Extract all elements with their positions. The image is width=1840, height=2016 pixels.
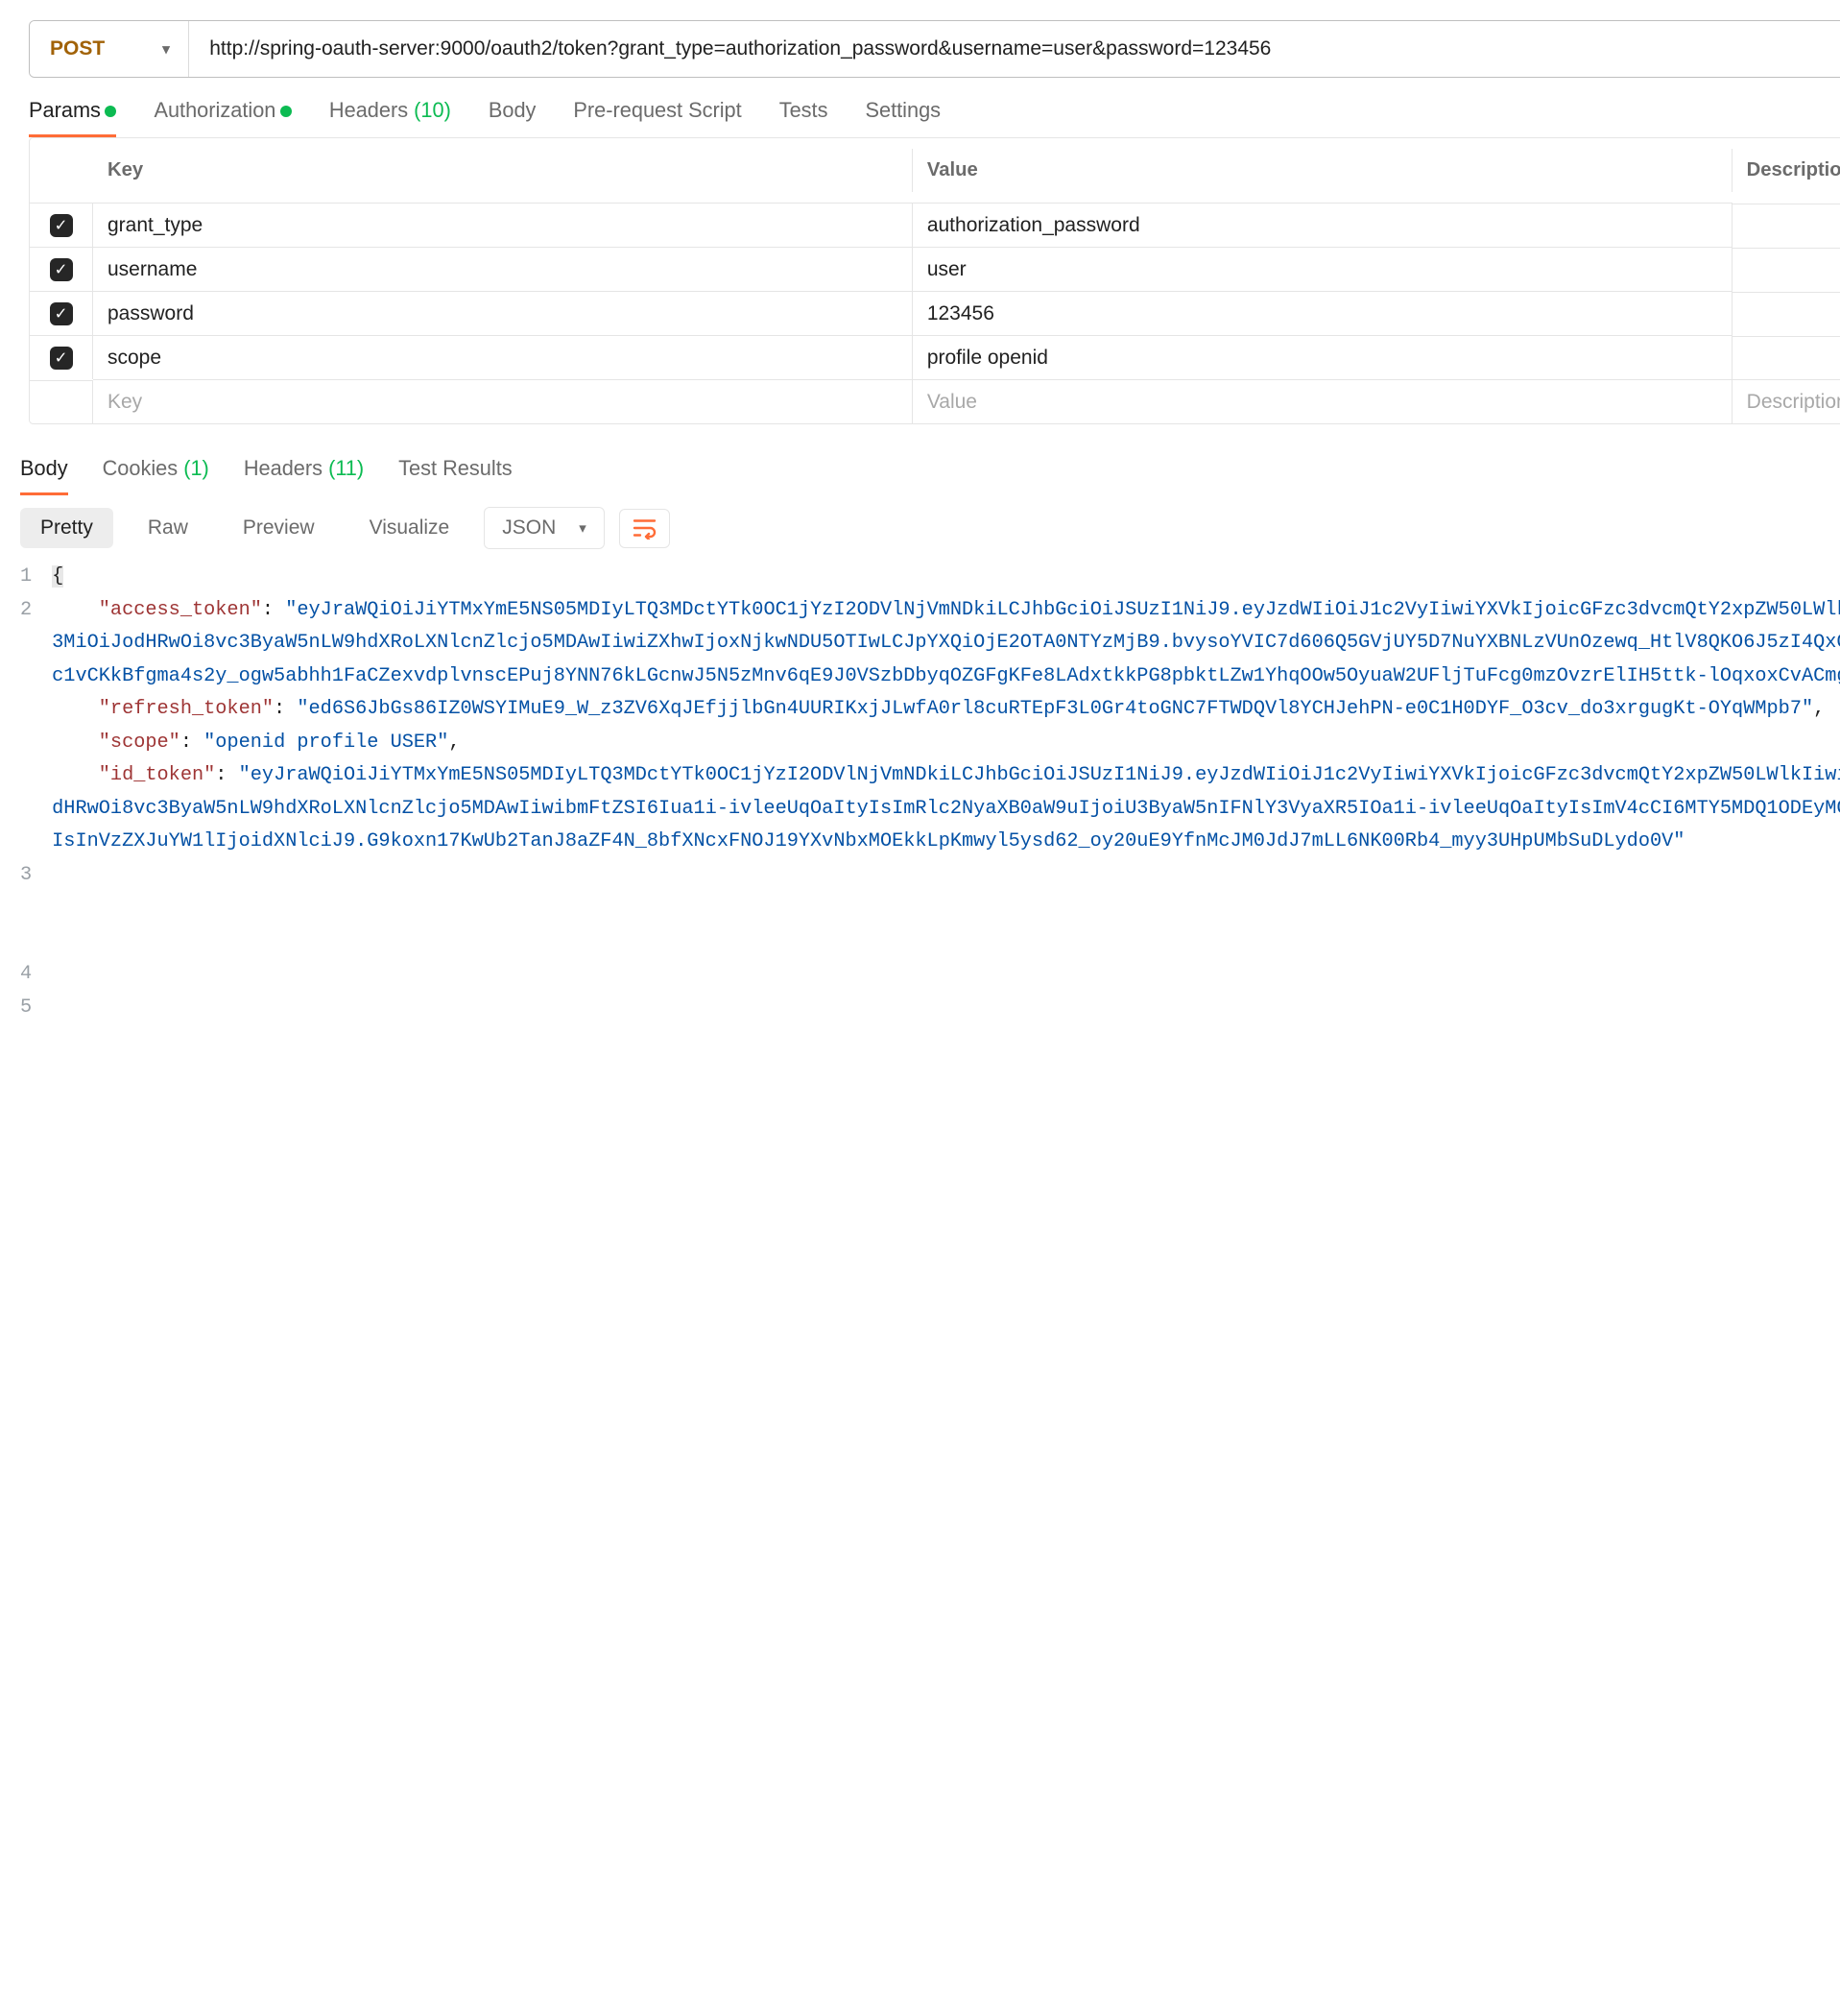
new-param-value-input[interactable] [927,391,1717,414]
checkbox[interactable]: ✓ [50,258,73,281]
resp-tab-cookies[interactable]: Cookies (1) [103,456,209,495]
col-key: Key [30,149,913,192]
lang-label: JSON [502,516,556,540]
col-description: Description [1732,149,1840,192]
response-tabs: Body Cookies (1) Headers (11) Test Resul… [0,436,1840,495]
modified-dot-icon [105,106,116,117]
param-key[interactable]: grant_type [93,203,913,247]
resp-tab-test-results[interactable]: Test Results [398,456,512,495]
response-body[interactable]: 12345 { "access_token": "eyJraWQiOiJiYTM… [0,561,1840,1190]
view-pretty-button[interactable]: Pretty [20,508,113,548]
table-row: ✓ grant_type authorization_password [30,203,1840,247]
table-row-new [30,379,1840,423]
param-desc[interactable] [1732,248,1840,291]
param-value[interactable]: 123456 [913,291,1732,335]
request-tabs: Params Authorization Headers (10) Body P… [0,78,1840,137]
response-view-toolbar: Pretty Raw Preview Visualize JSON ▾ [0,495,1840,561]
param-desc[interactable] [1732,336,1840,379]
tab-pre-request-script[interactable]: Pre-request Script [573,98,741,137]
url-input[interactable]: http://spring-oauth-server:9000/oauth2/t… [189,21,1840,77]
tab-params[interactable]: Params [29,98,116,137]
resp-tab-body[interactable]: Body [20,456,68,495]
table-row: ✓ username user [30,247,1840,291]
new-param-key-input[interactable] [108,391,897,414]
checkbox[interactable]: ✓ [50,302,73,325]
code-content[interactable]: { "access_token": "eyJraWQiOiJiYTMxYmE5N… [52,561,1840,1190]
chevron-down-icon: ▾ [162,40,170,58]
line-gutter: 12345 [20,561,52,1190]
resp-tab-headers[interactable]: Headers (11) [244,456,364,495]
param-key[interactable]: password [93,291,913,335]
param-key[interactable]: scope [93,335,913,379]
method-label: POST [50,37,105,60]
param-key[interactable]: username [93,247,913,291]
view-preview-button[interactable]: Preview [223,508,335,548]
params-table: Key Value Description ••• Bulk Edit ✓ gr… [29,137,1840,424]
request-line: POST ▾ http://spring-oauth-server:9000/o… [29,20,1840,78]
table-row: ✓ scope profile openid [30,335,1840,379]
checkbox[interactable]: ✓ [50,214,73,237]
tab-authorization[interactable]: Authorization [154,98,291,137]
param-desc[interactable] [1732,292,1840,335]
param-desc[interactable] [1732,204,1840,247]
tab-tests[interactable]: Tests [779,98,828,137]
wrap-lines-button[interactable] [619,509,670,548]
param-value[interactable]: authorization_password [913,203,1732,247]
view-visualize-button[interactable]: Visualize [349,508,470,548]
chevron-down-icon: ▾ [579,519,586,537]
tab-body[interactable]: Body [489,98,537,137]
tab-headers[interactable]: Headers (10) [329,98,451,137]
checkbox[interactable]: ✓ [50,347,73,370]
view-raw-button[interactable]: Raw [128,508,208,548]
param-value[interactable]: profile openid [913,335,1732,379]
modified-dot-icon [280,106,292,117]
param-value[interactable]: user [913,247,1732,291]
method-select[interactable]: POST ▾ [30,21,189,77]
tab-settings[interactable]: Settings [865,98,941,137]
lang-select[interactable]: JSON ▾ [484,507,605,549]
table-row: ✓ password 123456 [30,291,1840,335]
col-value: Value [913,149,1732,192]
new-param-desc-input[interactable] [1747,391,1840,414]
